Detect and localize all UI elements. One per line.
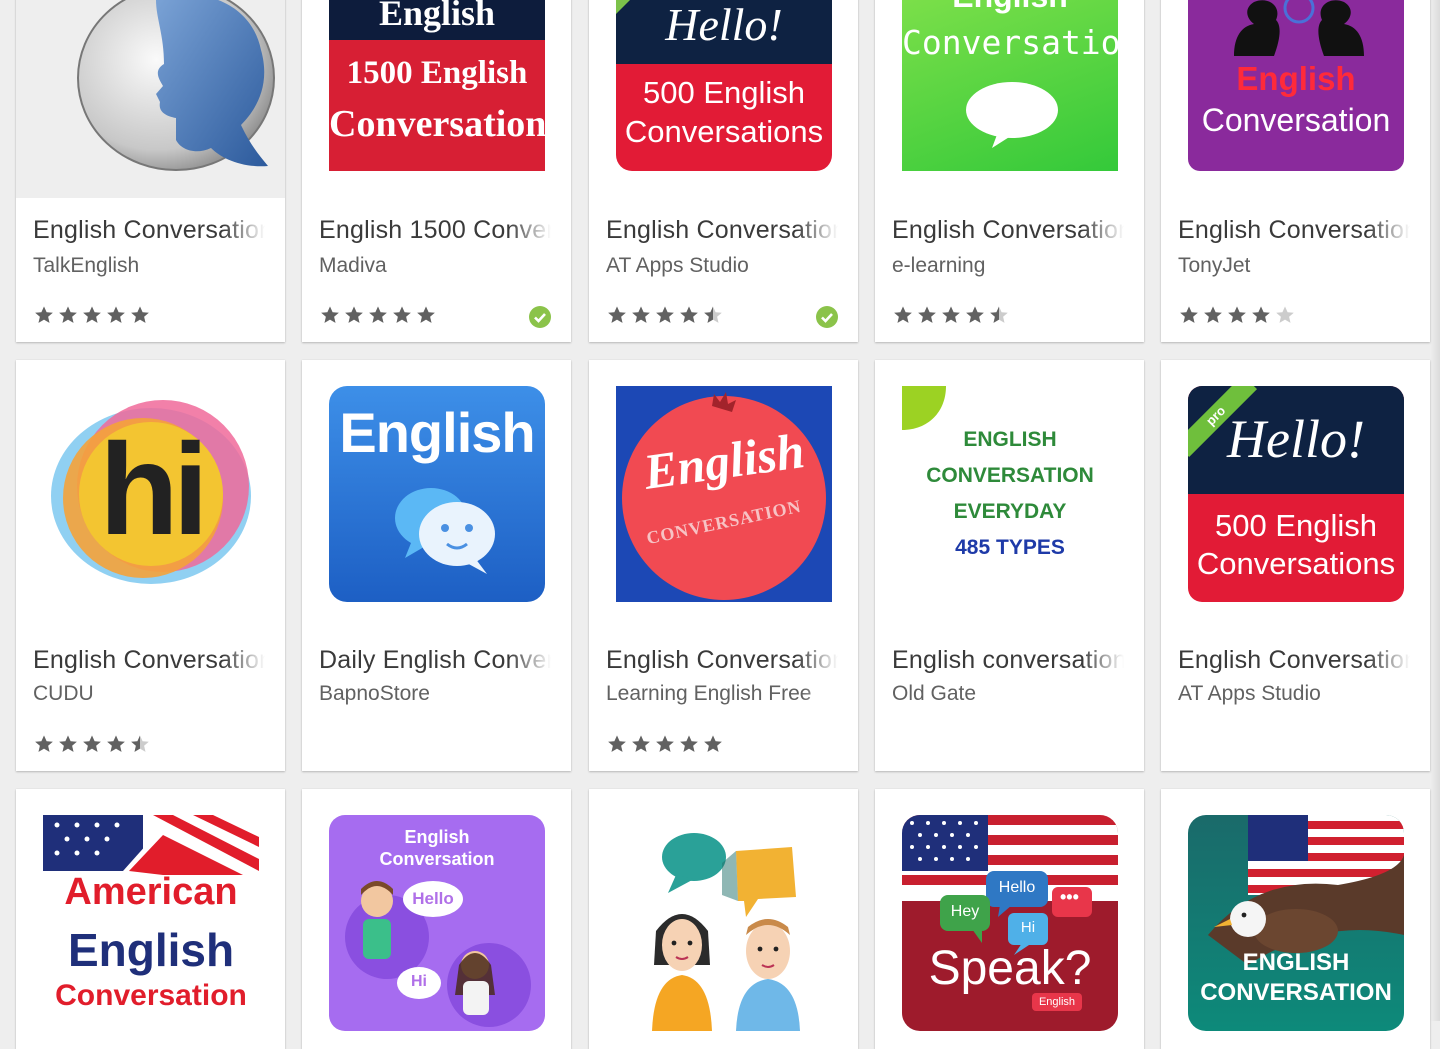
star-icon [632,306,650,323]
star-icon [1228,306,1246,323]
star-icon [83,735,101,752]
app-grid: English Conversation TalkEnglish English… [0,0,1440,1049]
star-icon [321,306,339,323]
app-card[interactable]: hi English Conversation CUDU [16,360,285,771]
star-icon [918,306,936,323]
star-rating [1179,305,1295,325]
app-icon-daily-english[interactable]: English [329,386,545,602]
app-card[interactable]: English CONVERSATION English Conversatio… [589,360,858,771]
star-rating [607,734,723,754]
star-icon [1276,306,1294,323]
app-card[interactable]: ENGLISH CONVERSATION [1161,789,1430,1049]
star-icon [942,306,960,323]
app-title[interactable]: English Conversation [33,646,265,675]
app-title[interactable]: English Conversation [1178,646,1410,675]
star-icon [704,735,722,752]
app-developer[interactable]: AT Apps Studio [1178,682,1410,706]
star-icon [704,306,722,323]
app-developer[interactable]: TonyJet [1178,254,1410,278]
star-icon [990,306,1008,323]
app-icon-purple-conversation[interactable]: English Conversation [1188,0,1404,171]
star-icon [417,306,435,323]
star-icon [393,306,411,323]
app-card[interactable] [589,789,858,1049]
star-icon [894,306,912,323]
star-icon [656,306,674,323]
star-icon [632,735,650,752]
app-card[interactable]: pro Hello! 500 English Conversations Eng… [1161,360,1430,771]
app-title[interactable]: English Conversation [606,216,838,245]
app-icon-two-people-chat[interactable] [616,815,832,1031]
app-card[interactable]: Hello Hey Hi ••• Speak? English [875,789,1144,1049]
app-icon-500-english-pro[interactable]: pro Hello! 500 English Conversations [1188,386,1404,602]
app-icon-everyday-485[interactable]: ENGLISH CONVERSATION EVERYDAY 485 TYPES [902,386,1118,602]
star-icon [131,735,149,752]
star-icon [966,306,984,323]
star-icon [656,735,674,752]
app-developer[interactable]: AT Apps Studio [606,254,838,278]
app-icon-hi[interactable]: hi [43,386,259,602]
star-rating [320,305,436,325]
app-title[interactable]: English Conversation [892,216,1124,245]
star-icon [35,306,53,323]
star-icon [608,735,626,752]
app-icon-american-english[interactable]: American English Conversation [43,815,259,1031]
star-icon [608,306,626,323]
app-icon-eagle-flag[interactable]: ENGLISH CONVERSATION [1188,815,1404,1031]
app-title[interactable]: Daily English Conversation [319,646,551,675]
app-developer[interactable]: e-learning [892,254,1124,278]
star-icon [369,306,387,323]
app-card[interactable]: English Conversation English Conversatio… [1161,0,1430,342]
star-icon [1204,306,1222,323]
app-developer[interactable]: BapnoStore [319,682,551,706]
app-card[interactable]: ENGLISH CONVERSATION EVERYDAY 485 TYPES … [875,360,1144,771]
app-title[interactable]: English Conversation [33,216,265,245]
app-icon-purple-hello[interactable]: English Conversation Hello Hi [329,815,545,1031]
app-developer[interactable]: CUDU [33,682,265,706]
head-speech-bubble-icon[interactable] [16,0,285,198]
editors-choice-check-icon [816,306,838,328]
app-card[interactable]: English Conversation Hello Hi [302,789,571,1049]
app-title[interactable]: English Conversation [1178,216,1410,245]
star-rating [34,734,150,754]
app-card[interactable]: English Daily English Conversation Bapno… [302,360,571,771]
star-rating [607,305,723,325]
app-title[interactable]: English conversation [892,646,1124,675]
star-rating [34,305,150,325]
star-icon [1252,306,1270,323]
star-icon [1180,306,1198,323]
app-title[interactable]: English 1500 Conversation [319,216,551,245]
app-title[interactable]: English Conversation [606,646,838,675]
star-rating [893,305,1009,325]
star-icon [680,306,698,323]
star-icon [131,306,149,323]
app-card[interactable]: Hello! 500 English Conversations English… [589,0,858,342]
app-card[interactable]: American English Conversation [16,789,285,1049]
star-icon [59,735,77,752]
app-icon-green-conversation[interactable]: English Conversation [902,0,1118,171]
app-card[interactable]: English Conversation TalkEnglish [16,0,285,342]
app-card[interactable]: English 1500 English Conversation Englis… [302,0,571,342]
app-icon-1500-english[interactable]: English 1500 English Conversation [329,0,545,171]
star-icon [35,735,53,752]
app-icon-english-red-circle[interactable]: English CONVERSATION [616,386,832,602]
app-developer[interactable]: Old Gate [892,682,1124,706]
app-icon-speak[interactable]: Hello Hey Hi ••• Speak? English [902,815,1118,1031]
star-icon [345,306,363,323]
app-developer[interactable]: Madiva [319,254,551,278]
star-icon [59,306,77,323]
app-card[interactable]: English Conversation English Conversatio… [875,0,1144,342]
right-edge-shadow [1430,0,1440,1021]
star-icon [107,735,125,752]
editors-choice-check-icon [529,306,551,328]
app-developer[interactable]: TalkEnglish [33,254,265,278]
app-developer[interactable]: Learning English Free [606,682,838,706]
star-icon [107,306,125,323]
star-icon [83,306,101,323]
app-icon-500-english[interactable]: Hello! 500 English Conversations [616,0,832,171]
star-icon [680,735,698,752]
